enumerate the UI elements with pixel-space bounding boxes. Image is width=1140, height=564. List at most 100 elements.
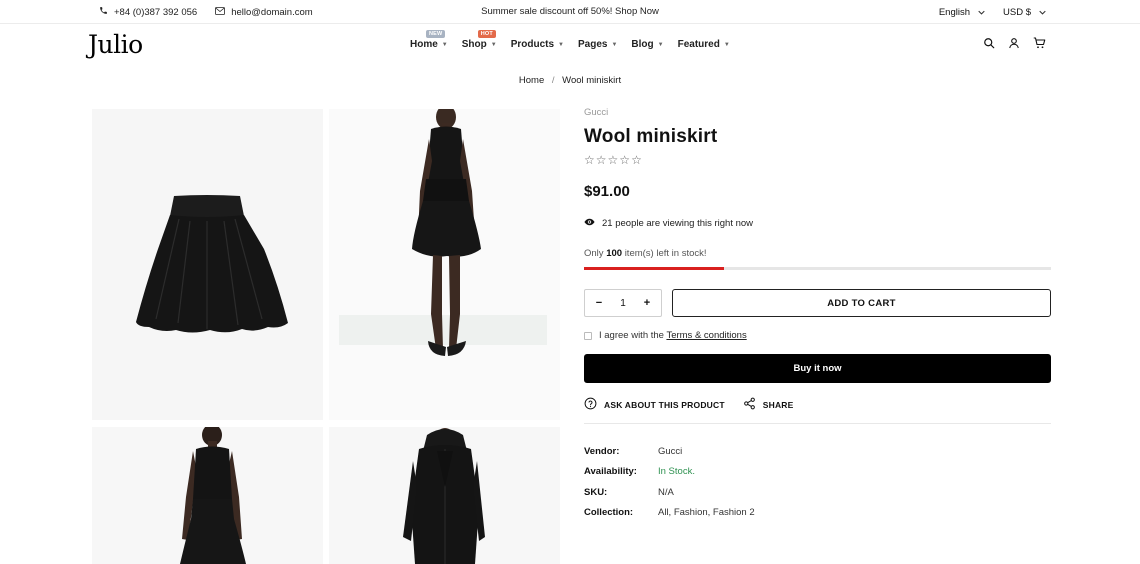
nav-label: Blog	[631, 39, 654, 50]
nav-label: Featured	[677, 39, 720, 50]
product-image-model-hooded[interactable]	[329, 427, 560, 564]
cart-icon[interactable]	[1032, 36, 1046, 50]
product-image-skirt[interactable]	[92, 109, 323, 420]
ask-label: ASK ABOUT THIS PRODUCT	[604, 399, 725, 410]
stock-suffix: item(s) left in stock!	[624, 248, 707, 259]
decrease-quantity-button[interactable]: −	[593, 297, 605, 309]
main-nav: Home ▼ NEW Shop ▼ HOT Products ▼ Pages ▼…	[410, 30, 730, 50]
star-icon: ☆	[584, 153, 595, 167]
skirt-illustration	[136, 195, 288, 333]
locale-selectors: English USD $	[939, 0, 1046, 24]
currency-value: USD $	[1003, 6, 1031, 18]
meta-key: Vendor:	[584, 446, 620, 457]
language-selector[interactable]: English	[939, 7, 985, 18]
add-to-cart-button[interactable]: ADD TO CART	[672, 289, 1051, 317]
nav-label: Home	[410, 39, 438, 50]
chevron-down-icon: ▼	[490, 41, 497, 48]
product-title: Wool miniskirt	[584, 126, 718, 147]
nav-label: Products	[510, 39, 555, 50]
site-logo[interactable]: Julio	[88, 30, 143, 59]
model-back-illustration	[180, 427, 246, 564]
terms-agreement: I agree with the Terms & conditions	[584, 330, 747, 341]
stock-count: 100	[606, 248, 623, 259]
stock-prefix: Only	[584, 248, 604, 259]
promo-text[interactable]: Summer sale discount off 50%! Shop Now	[481, 6, 659, 17]
breadcrumb-separator: /	[551, 75, 555, 86]
terms-checkbox[interactable]	[584, 331, 592, 340]
viewing-count: 21	[602, 218, 613, 229]
nav-pages[interactable]: Pages ▼	[578, 39, 617, 50]
breadcrumb-current: Wool miniskirt	[562, 75, 622, 86]
product-info: Gucci Wool miniskirt ☆ ☆ ☆ ☆ ☆ $91.00 21…	[584, 107, 1051, 270]
phone-icon	[99, 6, 108, 18]
chevron-down-icon	[978, 7, 985, 18]
viewing-notice: 21 people are viewing this right now	[584, 218, 1051, 229]
meta-key: Collection:	[584, 506, 634, 518]
stock-progress-bar	[584, 267, 1051, 270]
currency-selector[interactable]: USD $	[1003, 7, 1046, 18]
chevron-down-icon	[1039, 7, 1046, 18]
model-front-illustration	[339, 109, 547, 356]
meta-key: Availability:	[584, 466, 637, 478]
eye-icon	[584, 218, 595, 229]
star-icon: ☆	[631, 153, 642, 167]
meta-row-collection: Collection: All, Fashion, Fashion 2	[584, 507, 755, 527]
user-icon[interactable]	[1007, 36, 1021, 50]
breadcrumb: Home / Wool miniskirt	[0, 75, 1140, 86]
product-image-model-front[interactable]	[329, 109, 560, 420]
breadcrumb-home[interactable]: Home	[519, 75, 544, 86]
chevron-down-icon: ▼	[657, 41, 664, 48]
nav-home[interactable]: Home ▼ NEW	[410, 30, 448, 50]
chevron-down-icon: ▼	[723, 41, 730, 48]
email-contact[interactable]: hello@domain.com	[215, 6, 313, 18]
divider	[584, 423, 1051, 424]
product-image-model-back[interactable]	[92, 427, 323, 564]
star-icon: ☆	[619, 153, 631, 167]
increase-quantity-button[interactable]: +	[641, 297, 653, 309]
chevron-down-icon: ▼	[558, 41, 564, 48]
nav-featured[interactable]: Featured ▼	[678, 39, 730, 50]
stock-notice: Only 100 item(s) left in stock!	[584, 248, 1051, 259]
star-icon: ☆	[595, 153, 607, 167]
main-header: Julio Home ▼ NEW Shop ▼ HOT Products ▼ P…	[0, 24, 1140, 66]
meta-row-vendor: Vendor: Gucci	[584, 446, 755, 466]
share-label: SHARE	[762, 399, 794, 410]
header-actions	[982, 36, 1046, 50]
nav-label: Pages	[578, 39, 608, 50]
nav-shop[interactable]: Shop ▼ HOT	[461, 30, 497, 50]
quantity-stepper: − 1 +	[584, 289, 662, 317]
chevron-down-icon: ▼	[611, 41, 618, 48]
terms-link[interactable]: Terms & conditions	[666, 330, 746, 341]
product-vendor[interactable]: Gucci	[584, 107, 1051, 118]
search-icon[interactable]	[982, 36, 996, 50]
meta-value: In Stock.	[658, 466, 695, 478]
nav-products[interactable]: Products ▼	[511, 39, 564, 50]
nav-badge-hot: HOT	[477, 30, 496, 38]
nav-badge-new: NEW	[426, 30, 446, 38]
stock-progress-fill	[584, 267, 725, 270]
contact-info: +84 (0)387 392 056 hello@domain.com	[99, 0, 313, 24]
share-button[interactable]: SHARE	[743, 397, 794, 412]
buy-now-button[interactable]: Buy it now	[584, 354, 1051, 383]
nav-label: Shop	[461, 39, 487, 50]
email-address: hello@domain.com	[231, 6, 313, 18]
agree-text: I agree with the	[599, 330, 664, 341]
rating-stars[interactable]: ☆ ☆ ☆ ☆ ☆	[584, 153, 1051, 167]
language-value: English	[938, 6, 971, 18]
phone-number: +84 (0)387 392 056	[114, 6, 198, 18]
quantity-value[interactable]: 1	[620, 298, 626, 309]
star-icon: ☆	[607, 153, 619, 167]
ask-about-product-button[interactable]: ASK ABOUT THIS PRODUCT	[584, 397, 725, 412]
phone-contact[interactable]: +84 (0)387 392 056	[99, 6, 197, 18]
meta-row-sku: SKU: N/A	[584, 487, 755, 507]
nav-blog[interactable]: Blog ▼	[631, 39, 663, 50]
product-price: $91.00	[584, 183, 630, 200]
product-actions: ASK ABOUT THIS PRODUCT SHARE	[584, 397, 794, 412]
product-meta: Vendor: Gucci Availability: In Stock. SK…	[584, 446, 755, 527]
meta-value[interactable]: All, Fashion, Fashion 2	[658, 507, 755, 527]
top-bar: +84 (0)387 392 056 hello@domain.com Summ…	[0, 0, 1140, 24]
meta-value[interactable]: Gucci	[658, 446, 682, 466]
meta-row-availability: Availability: In Stock.	[584, 466, 755, 486]
mail-icon	[215, 6, 226, 18]
model-hooded-illustration	[403, 428, 485, 564]
